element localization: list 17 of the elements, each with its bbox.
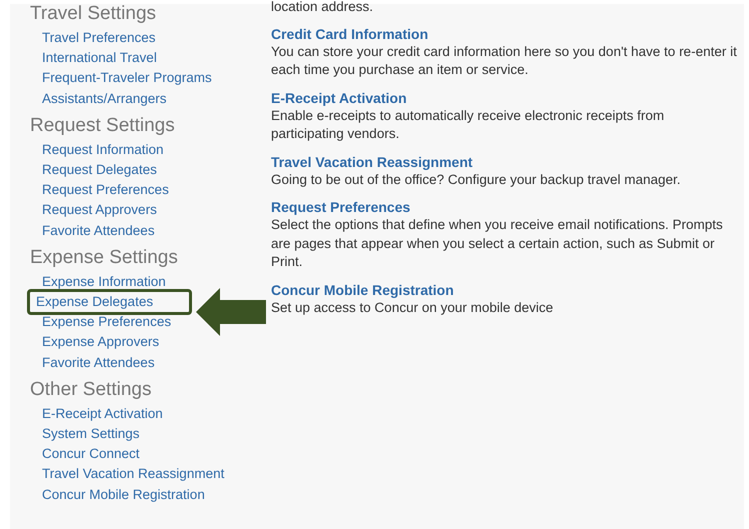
description-text: Select the options that define when you receive email notifications. Prompts are pages that appear when you select a certain action, such as Submit or Print. [271, 216, 724, 271]
section-heading: Request Settings [30, 114, 175, 138]
description-text: You can store your credit card information here so you don't have to re-enter it each time you purchase an item or service. [271, 42, 738, 79]
description-text: location address. [271, 0, 374, 16]
arrow-icon [196, 288, 266, 336]
setting-link[interactable]: Credit Card Information [271, 24, 428, 42]
section-heading: Travel Settings [30, 2, 156, 26]
description-text: Enable e-receipts to automatically receive electronic receipts from participating vendors. [271, 106, 666, 143]
section-heading: Other Settings [30, 378, 152, 402]
setting-link[interactable]: Travel Vacation Reassignment [271, 152, 473, 170]
sidebar-link[interactable]: Expense Delegates [27, 289, 192, 316]
description-text: Going to be out of the office? Configure your backup travel manager. [271, 170, 681, 189]
setting-link[interactable]: E-Receipt Activation [271, 88, 407, 106]
setting-link[interactable]: Request Preferences [271, 198, 410, 216]
description-text: Set up access to Concur on your mobile device [271, 298, 554, 317]
setting-link[interactable]: Concur Mobile Registration [271, 280, 454, 298]
section-heading: Expense Settings [30, 246, 178, 270]
